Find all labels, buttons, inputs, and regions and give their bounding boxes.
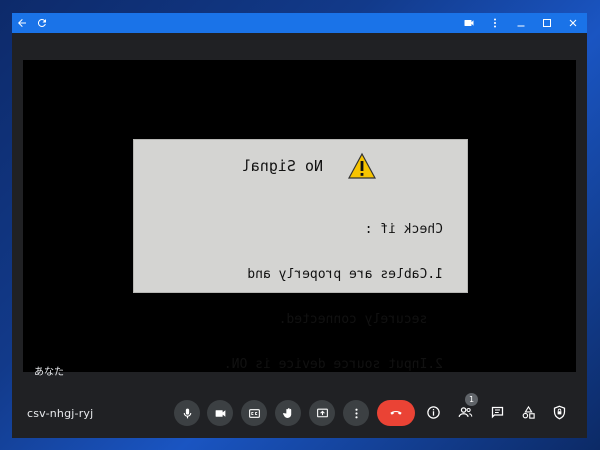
more-vert-icon[interactable]: [485, 13, 505, 33]
activities-button[interactable]: [517, 401, 539, 423]
chat-button[interactable]: [486, 401, 508, 423]
mic-icon: [183, 408, 191, 418]
host-controls-icon: [553, 405, 565, 419]
title-bar: [12, 13, 587, 33]
no-signal-title: No Signal: [241, 157, 323, 175]
instruction-line: securely connected.: [278, 312, 443, 327]
refresh-icon[interactable]: [32, 13, 52, 33]
activities-icon: [522, 405, 535, 419]
more-options-icon: [354, 408, 358, 418]
no-signal-instructions: Check if : 1.Cables are properly and sec…: [224, 192, 443, 402]
close-icon[interactable]: [563, 13, 583, 33]
raise-hand-button[interactable]: [275, 400, 301, 426]
instruction-line: 2.Input source device is ON.: [223, 357, 443, 372]
more-options-button[interactable]: [343, 400, 369, 426]
meet-window: No Signal Check if : 1.Cables are proper…: [12, 13, 587, 438]
captions-button[interactable]: [241, 400, 267, 426]
no-signal-heading: No Signal: [242, 152, 377, 180]
instruction-line: Check if :: [364, 222, 443, 237]
participant-count-badge: 1: [465, 393, 478, 406]
video-stage: No Signal Check if : 1.Cables are proper…: [23, 60, 576, 372]
control-bar: csv-nhgj-ryj 1: [12, 388, 587, 438]
info-icon: [426, 405, 440, 419]
camera-icon: [215, 409, 225, 417]
raise-hand-icon: [282, 407, 291, 418]
captions-icon: [248, 408, 260, 418]
no-signal-panel: No Signal Check if : 1.Cables are proper…: [133, 139, 468, 372]
people-icon: [458, 406, 472, 417]
host-controls-button[interactable]: [548, 401, 570, 423]
present-button[interactable]: [309, 400, 335, 426]
chat-icon: [491, 406, 503, 418]
camera-indicator-icon[interactable]: [459, 13, 479, 33]
hangup-icon: [390, 411, 402, 415]
maximize-icon[interactable]: [537, 13, 557, 33]
warning-icon: [347, 152, 377, 180]
hangup-button[interactable]: [377, 400, 415, 426]
camera-button[interactable]: [207, 400, 233, 426]
back-arrow-icon[interactable]: [12, 13, 32, 33]
info-button[interactable]: [422, 401, 444, 423]
present-screen-icon: [316, 408, 328, 417]
self-view-label: あなた: [34, 367, 64, 378]
instruction-line: 1.Cables are properly and: [247, 267, 443, 282]
minimize-icon[interactable]: [511, 13, 531, 33]
meeting-code: csv-nhgj-ryj: [27, 407, 94, 420]
mic-button[interactable]: [174, 400, 200, 426]
